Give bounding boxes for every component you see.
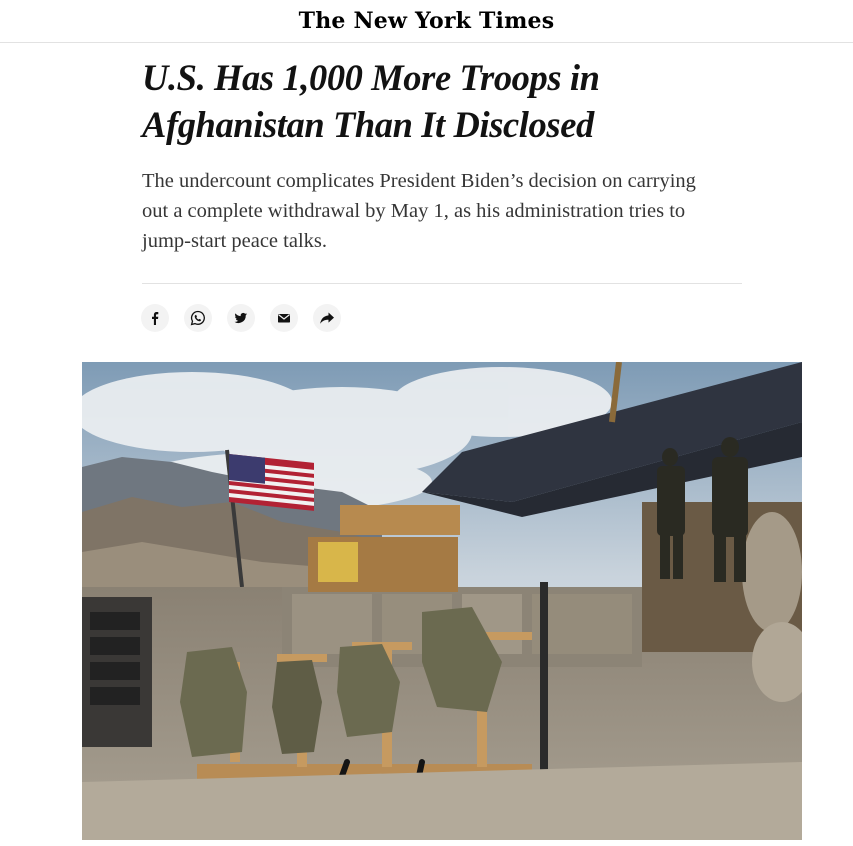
email-icon (278, 314, 290, 323)
share-arrow-icon (320, 312, 334, 324)
divider (142, 283, 742, 284)
article-summary: The undercount complicates President Bid… (142, 170, 696, 252)
headline-line-2: Afghanistan Than It Disclosed (142, 104, 594, 145)
share-email-button[interactable] (270, 304, 298, 332)
lead-photo (82, 362, 802, 840)
whatsapp-icon (190, 310, 205, 326)
headline-line-1: U.S. Has 1,000 More Troops in (142, 57, 600, 98)
nyt-logo[interactable]: The New York Times (299, 8, 555, 34)
share-more-button[interactable] (313, 304, 341, 332)
facebook-icon (152, 312, 159, 325)
article-headline: U.S. Has 1,000 More Troops in Afghanista… (142, 54, 742, 148)
gear-rack (82, 597, 152, 747)
twitter-icon (234, 312, 248, 324)
share-whatsapp-button[interactable] (184, 304, 212, 332)
outpost-photo-illustration (82, 362, 802, 840)
share-toolbar (141, 304, 341, 332)
share-twitter-button[interactable] (227, 304, 255, 332)
share-facebook-button[interactable] (141, 304, 169, 332)
masthead: The New York Times (0, 0, 853, 43)
